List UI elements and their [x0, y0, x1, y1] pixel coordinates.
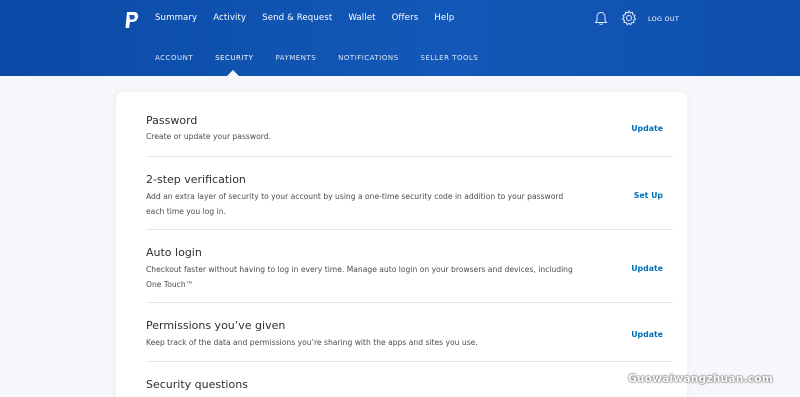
logout-link[interactable]: LOG OUT: [648, 15, 679, 23]
row-title: Permissions you’ve given: [146, 319, 286, 332]
row-description: Create or update your password.: [146, 132, 271, 141]
sub-nav: ACCOUNT SECURITY PAYMENTS NOTIFICATIONS …: [155, 54, 500, 62]
nav-help[interactable]: Help: [434, 13, 454, 23]
tab-account[interactable]: ACCOUNT: [155, 54, 193, 62]
watermark-text: Guowaiwangzhuan.com: [628, 373, 774, 385]
security-row-password: Password Create or update your password.…: [146, 112, 673, 157]
nav-activity[interactable]: Activity: [213, 13, 246, 23]
tab-payments[interactable]: PAYMENTS: [275, 54, 316, 62]
nav-summary[interactable]: Summary: [155, 13, 197, 23]
security-row-questions: Security questions: [146, 376, 673, 397]
row-description: Add an extra layer of security to your a…: [146, 192, 564, 216]
security-row-permissions: Permissions you’ve given Keep track of t…: [146, 317, 673, 362]
tab-seller-tools[interactable]: SELLER TOOLS: [421, 54, 479, 62]
top-header: Summary Activity Send & Request Wallet O…: [0, 0, 800, 77]
gear-icon[interactable]: [621, 10, 637, 26]
password-update-button[interactable]: Update: [631, 124, 663, 133]
row-title: 2-step verification: [146, 173, 246, 186]
two-step-setup-button[interactable]: Set Up: [634, 191, 663, 200]
active-tab-caret: [226, 70, 240, 77]
main-nav: Summary Activity Send & Request Wallet O…: [155, 13, 470, 23]
bell-icon[interactable]: [594, 11, 608, 26]
security-row-2step: 2-step verification Add an extra layer o…: [146, 171, 673, 230]
security-row-auto-login: Auto login Checkout faster without havin…: [146, 244, 673, 303]
row-title: Security questions: [146, 378, 248, 391]
row-title: Password: [146, 114, 198, 127]
tab-security[interactable]: SECURITY: [215, 54, 253, 62]
nav-wallet[interactable]: Wallet: [348, 13, 375, 23]
nav-offers[interactable]: Offers: [392, 13, 419, 23]
row-description: Checkout faster without having to log in…: [146, 265, 573, 289]
paypal-logo-icon[interactable]: [124, 11, 140, 29]
row-title: Auto login: [146, 246, 202, 259]
nav-send-request[interactable]: Send & Request: [262, 13, 332, 23]
permissions-update-button[interactable]: Update: [631, 330, 663, 339]
row-description: Keep track of the data and permissions y…: [146, 338, 478, 347]
auto-login-update-button[interactable]: Update: [631, 264, 663, 273]
tab-notifications[interactable]: NOTIFICATIONS: [338, 54, 398, 62]
